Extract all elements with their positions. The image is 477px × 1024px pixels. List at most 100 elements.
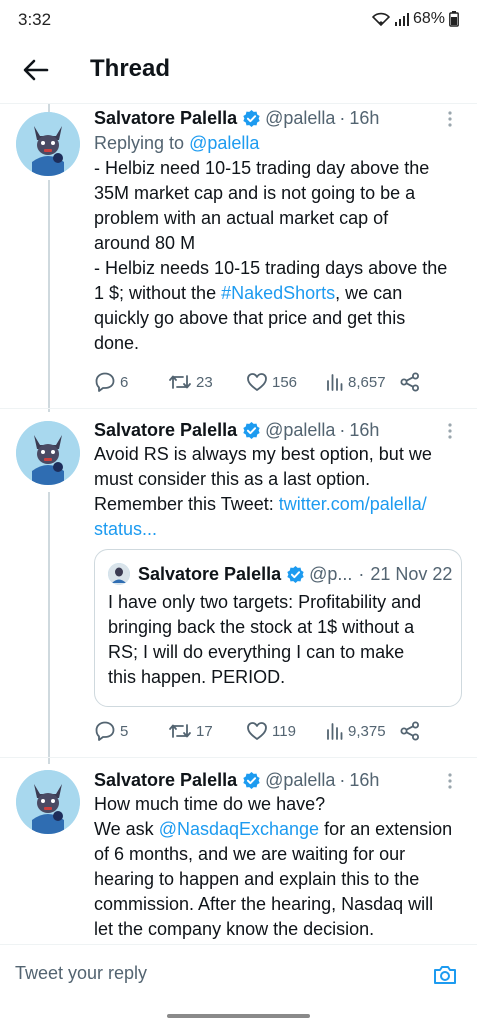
- avatar[interactable]: [16, 112, 80, 176]
- url-link[interactable]: twitter.com/palella/: [279, 494, 427, 514]
- tweet-time[interactable]: 16h: [349, 418, 379, 442]
- mention-link[interactable]: @NasdaqExchange: [159, 819, 319, 839]
- replying-prefix: Replying to: [94, 133, 185, 153]
- camera-button[interactable]: [431, 961, 459, 989]
- more-button[interactable]: [439, 420, 461, 442]
- quote-avatar: [108, 563, 130, 585]
- author-handle[interactable]: @palella: [265, 418, 335, 442]
- battery-icon: [449, 11, 459, 27]
- text-line: let the company know the decision.: [94, 919, 375, 939]
- verified-badge-icon: [286, 565, 305, 584]
- reply-button[interactable]: 5: [94, 720, 128, 742]
- like-count: 156: [272, 373, 298, 391]
- reply-icon: [95, 721, 115, 741]
- reply-count: 5: [120, 722, 129, 740]
- text-line: problem with an actual market cap of: [94, 208, 389, 228]
- quote-text: I have only two targets: Profitability a…: [108, 590, 448, 690]
- text-line: I have only two targets: Profitability a…: [108, 592, 422, 612]
- text-line: of 6 months, and we are waiting for our: [94, 844, 406, 864]
- views-button[interactable]: 9,375: [326, 722, 386, 740]
- avatar[interactable]: [16, 770, 80, 834]
- text-line: quickly go above that price and get this: [94, 308, 406, 328]
- more-button[interactable]: [439, 770, 461, 792]
- text-segment: 1 $; without the: [94, 283, 222, 303]
- views-icon: [327, 374, 343, 391]
- share-icon: [400, 721, 419, 741]
- hashtag-link[interactable]: #NakedShorts: [221, 283, 335, 303]
- text-line: commission. After the hearing, Nasdaq wi…: [94, 894, 434, 914]
- arrow-left-icon: [23, 59, 49, 81]
- author-handle[interactable]: @palella: [265, 768, 335, 792]
- retweet-icon: [169, 375, 191, 389]
- text-line: - Helbiz need 10-15 trading day above th…: [94, 158, 430, 178]
- tweet-text: - Helbiz need 10-15 trading day above th…: [94, 156, 461, 356]
- author-name[interactable]: Salvatore Palella: [94, 418, 237, 442]
- text-line: around 80 M: [94, 233, 196, 253]
- text-segment: Remember this Tweet:: [94, 494, 279, 514]
- views-button[interactable]: 8,657: [326, 373, 386, 391]
- retweet-count: 23: [196, 373, 213, 391]
- text-line: Remember this Tweet: twitter.com/palella…: [94, 492, 461, 517]
- share-button[interactable]: [400, 721, 420, 741]
- back-button[interactable]: [20, 54, 52, 86]
- tweet[interactable]: Salvatore Palella @palella · 16h Avoid R…: [0, 409, 477, 757]
- author-name[interactable]: Salvatore Palella: [94, 768, 237, 792]
- share-icon: [400, 372, 419, 392]
- reply-button[interactable]: 6: [94, 371, 128, 393]
- tweet-actions: 5 17 119 9,375: [94, 718, 434, 744]
- text-segment: , we can: [335, 283, 403, 303]
- heart-icon: [247, 373, 267, 391]
- separator-dot: ·: [339, 108, 346, 128]
- retweet-button[interactable]: 23: [168, 372, 213, 392]
- text-line: bringing back the stock at 1$ without a: [108, 617, 415, 637]
- text-line: We ask @NasdaqExchange for an extension: [94, 817, 461, 842]
- reply-input[interactable]: Tweet your reply: [15, 963, 147, 984]
- separator-dot: ·: [358, 564, 365, 584]
- like-button[interactable]: 119: [246, 721, 296, 741]
- reply-composer: Tweet your reply: [0, 944, 477, 1004]
- replying-handle-link[interactable]: @palella: [189, 133, 259, 153]
- separator-dot: ·: [339, 770, 346, 790]
- text-line: must consider this as a last option.: [94, 469, 371, 489]
- text-line: done.: [94, 333, 140, 353]
- more-vertical-icon: [448, 423, 452, 439]
- text-line: - Helbiz needs 10-15 trading days above …: [94, 258, 448, 278]
- author-name[interactable]: Salvatore Palella: [94, 106, 237, 130]
- signal-icon: [394, 12, 409, 26]
- tweet-text: How much time do we have? We ask @Nasdaq…: [94, 792, 461, 942]
- text-line: Avoid RS is always my best option, but w…: [94, 444, 432, 464]
- reply-count: 6: [120, 373, 129, 391]
- tweet-text: Avoid RS is always my best option, but w…: [94, 442, 461, 542]
- tweet-time[interactable]: 16h: [349, 106, 379, 130]
- replying-to: Replying to @palella: [94, 131, 461, 156]
- url-link[interactable]: status...: [94, 517, 461, 542]
- like-button[interactable]: 156: [246, 372, 297, 392]
- retweet-icon: [169, 724, 191, 738]
- more-vertical-icon: [448, 773, 452, 789]
- camera-icon: [434, 966, 456, 984]
- retweet-button[interactable]: 17: [168, 721, 213, 741]
- text-line: How much time do we have?: [94, 794, 326, 814]
- quote-author-name: Salvatore Palella: [138, 564, 282, 584]
- tweet[interactable]: Salvatore Palella @palella · 16h How muc…: [0, 758, 477, 944]
- quote-author-handle: @p...: [309, 564, 353, 584]
- more-button[interactable]: [439, 108, 461, 130]
- tweet[interactable]: Salvatore Palella @palella · 16h Replyin…: [0, 104, 477, 408]
- battery-percent: 68%: [412, 10, 445, 27]
- wifi-icon: [371, 11, 391, 27]
- gesture-bar: [167, 1014, 310, 1018]
- text-line: 1 $; without the #NakedShorts, we can: [94, 281, 461, 306]
- share-button[interactable]: [400, 372, 420, 392]
- heart-icon: [247, 722, 267, 740]
- text-segment: We ask: [94, 819, 159, 839]
- tweet-header: Salvatore Palella @palella · 16h: [94, 768, 461, 792]
- author-handle[interactable]: @palella: [265, 106, 335, 130]
- quote-date: 21 Nov 22: [370, 564, 453, 584]
- verified-badge-icon: [242, 771, 261, 790]
- quoted-tweet[interactable]: Salvatore Palella @p... · 21 Nov 22 I ha…: [94, 549, 462, 707]
- views-icon: [327, 723, 343, 740]
- more-vertical-icon: [448, 111, 452, 127]
- avatar[interactable]: [16, 421, 80, 485]
- tweet-time[interactable]: 16h: [349, 768, 379, 792]
- reply-icon: [95, 372, 115, 392]
